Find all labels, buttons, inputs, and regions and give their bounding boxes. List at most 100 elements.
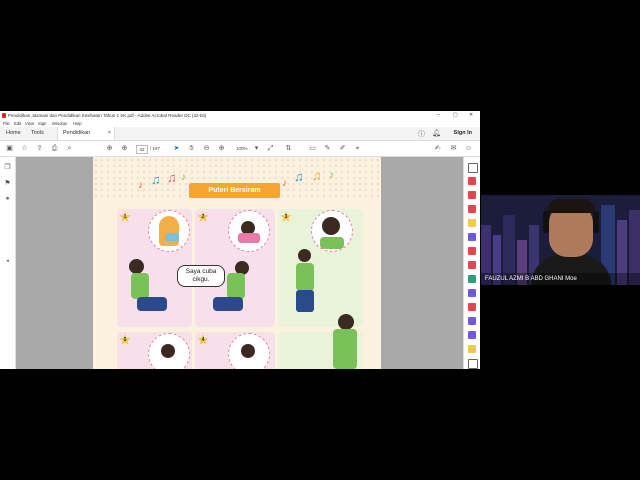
girl-head-illustration	[241, 344, 255, 358]
comment-icon[interactable]: ▭	[308, 144, 317, 153]
bookmark-star-icon[interactable]: ☆	[20, 144, 29, 153]
search-tool-icon[interactable]	[468, 163, 478, 173]
send-for-signature-icon[interactable]	[468, 331, 476, 339]
close-button[interactable]: ✕	[469, 112, 473, 118]
music-note-icon: ♪	[181, 172, 186, 183]
right-tools-pane	[463, 157, 480, 369]
page-total: / 167	[150, 146, 161, 151]
illustration-circle	[228, 333, 270, 369]
compress-pdf-icon[interactable]	[468, 275, 476, 283]
girl-green-shirt-illustration	[320, 237, 344, 249]
acrobat-app-icon	[2, 113, 6, 118]
collapse-panel-icon[interactable]: ◂	[3, 257, 12, 266]
menu-sign[interactable]: Sign	[38, 121, 46, 126]
share-user-icon[interactable]: ☺	[464, 144, 473, 153]
previous-page-icon[interactable]: ⊕	[105, 144, 114, 153]
girl-green-shirt-illustration	[227, 273, 245, 299]
menu-window[interactable]: Window	[52, 121, 67, 126]
upload-icon[interactable]: ⇪	[35, 144, 44, 153]
menu-view[interactable]: View	[25, 121, 34, 126]
girl-hijab-illustration	[159, 216, 179, 246]
select-cursor-icon[interactable]: ➤	[172, 144, 181, 153]
tab-tools[interactable]: Tools	[31, 127, 44, 140]
girl-head-illustration	[322, 217, 340, 235]
edit-pdf-icon[interactable]	[468, 205, 476, 213]
girl-blue-pants-illustration	[296, 290, 314, 312]
document-viewer[interactable]: ♪ ♫ ♫ ♪ ♪ ♫ ♫ ♪ Puteri Bersiram 1 2 Saya…	[16, 157, 463, 369]
girl-head-illustration	[338, 314, 354, 330]
girl-head-illustration	[161, 344, 175, 358]
zoom-level[interactable]: 100%	[236, 146, 248, 151]
expand-pane-icon[interactable]	[468, 359, 478, 369]
menu-help[interactable]: Help	[73, 121, 82, 126]
create-pdf-icon[interactable]: ▣	[5, 144, 14, 153]
minimize-button[interactable]: –	[437, 112, 440, 118]
menu-edit[interactable]: Edit	[14, 121, 21, 126]
bookmarks-icon[interactable]: ⚑	[3, 179, 12, 188]
acrobat-window: Pendidikan Jasmani dan Pendidikan Kesiha…	[0, 111, 480, 369]
stamp-icon[interactable]: ⌖	[353, 144, 362, 153]
fit-page-icon[interactable]: ⤢	[266, 144, 275, 153]
prepare-form-icon[interactable]	[468, 317, 476, 325]
redact-icon[interactable]	[468, 261, 476, 269]
left-navigation-rail: ❐ ⚑ ⚭ ◂	[0, 157, 16, 369]
section-title-banner: Puteri Bersiram	[189, 183, 280, 198]
hand-tool-icon[interactable]: ✋︎	[187, 144, 196, 153]
illustration-circle	[148, 210, 190, 252]
music-note-icon: ♫	[294, 169, 304, 184]
protect-icon[interactable]	[468, 303, 476, 311]
page-number-input[interactable]: 32	[136, 145, 148, 154]
menu-file[interactable]: File	[3, 121, 10, 126]
tab-document[interactable]: Pendidikan Jasmani... ×	[57, 127, 115, 149]
combine-files-icon[interactable]	[468, 233, 476, 241]
music-note-icon: ♫	[312, 168, 322, 183]
draw-icon[interactable]: ✐	[338, 144, 347, 153]
zoom-out-icon[interactable]: ⊖	[202, 144, 211, 153]
maximize-button[interactable]: ▢	[453, 112, 458, 118]
illustration-circle	[311, 210, 353, 252]
print-icon[interactable]: ⎙	[50, 144, 59, 153]
notification-bell-icon[interactable]: 🔔︎	[432, 129, 441, 137]
toolbar: ▣ ☆ ⇪ ⎙ ⌕ ⊕ ⊕ 32 / 167 ➤ ✋︎ ⊖ ⊕ 100% ▾ ⤢…	[0, 141, 480, 157]
email-icon[interactable]: ✉	[449, 144, 458, 153]
menu-bar: File Edit View Sign Window Help	[0, 120, 480, 127]
tab-bar: Home Tools Pendidikan Jasmani... × ⓘ 🔔︎ …	[0, 127, 480, 149]
music-note-icon: ♪	[329, 170, 334, 181]
sign-in-button[interactable]: Sign In	[454, 127, 472, 140]
highlight-pen-icon[interactable]: ✎	[323, 144, 332, 153]
girl-green-shirt-illustration	[333, 329, 357, 369]
scroll-mode-icon[interactable]: ⇅	[284, 144, 293, 153]
girl-green-shirt-illustration	[131, 273, 149, 299]
zoom-dropdown-icon[interactable]: ▾	[252, 144, 261, 153]
next-page-icon[interactable]: ⊕	[120, 144, 129, 153]
attachments-icon[interactable]: ⚭	[3, 195, 12, 204]
headset-icon	[543, 211, 549, 233]
create-pdf-tool-icon[interactable]	[468, 191, 476, 199]
music-note-icon: ♫	[167, 170, 177, 185]
girl-head-illustration	[298, 249, 311, 262]
illustration-circle	[228, 210, 270, 252]
music-note-icon: ♫	[151, 172, 161, 187]
zoom-in-icon[interactable]: ⊕	[217, 144, 226, 153]
girl-blue-pants-illustration	[213, 297, 243, 311]
fill-sign-tool-icon[interactable]	[468, 289, 476, 297]
illustration-circle	[148, 333, 190, 369]
search-icon[interactable]: ⌕	[65, 144, 74, 153]
music-note-icon: ♪	[138, 180, 143, 191]
page-thumbnails-icon[interactable]: ❐	[3, 163, 12, 172]
headset-icon	[593, 211, 599, 233]
water-basin-illustration	[165, 233, 179, 241]
title-bar: Pendidikan Jasmani dan Pendidikan Kesiha…	[0, 111, 480, 120]
comment-tool-icon[interactable]	[468, 219, 476, 227]
close-tab-icon[interactable]: ×	[108, 127, 111, 140]
tab-home[interactable]: Home	[6, 127, 21, 140]
export-pdf-icon[interactable]	[468, 177, 476, 185]
fill-sign-icon[interactable]: ✍︎	[433, 144, 442, 153]
more-tools-icon[interactable]	[468, 345, 476, 353]
participant-name: FAUZUL AZMI B ABD GHANI Moe	[485, 276, 577, 282]
help-icon[interactable]: ⓘ	[418, 129, 425, 139]
organize-pages-icon[interactable]	[468, 247, 476, 255]
girl-blue-pants-illustration	[137, 297, 167, 311]
webcam-video-tile: FAUZUL AZMI B ABD GHANI Moe	[481, 195, 640, 285]
pdf-page: ♪ ♫ ♫ ♪ ♪ ♫ ♫ ♪ Puteri Bersiram 1 2 Saya…	[93, 157, 381, 369]
